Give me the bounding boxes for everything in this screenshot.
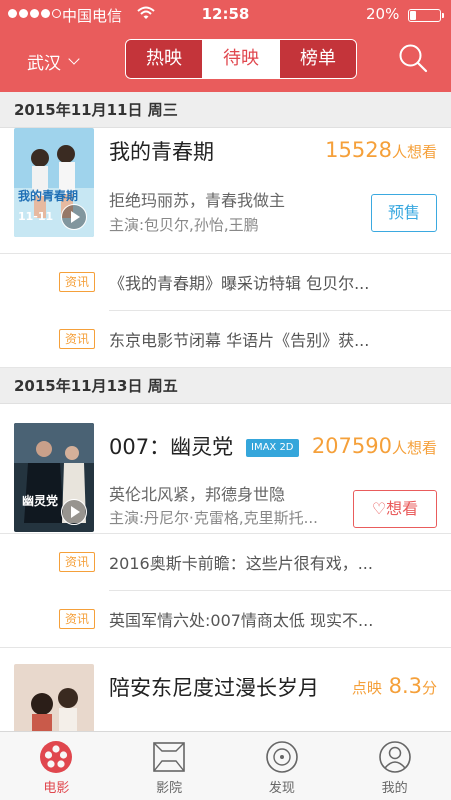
movie-tagline: 拒绝玛丽苏，青春我做主: [109, 191, 286, 210]
movie-cast: 主演:丹尼尔·克雷格,克里斯托...: [109, 509, 318, 527]
movie-item-my-youth[interactable]: 我的青春期 11-11 我的青春期 15528人想看 拒绝玛丽苏，青春我做主 主…: [0, 128, 451, 254]
movie-title: 陪安东尼度过漫长岁月: [109, 676, 319, 700]
movie-title: 007：幽灵党: [109, 435, 234, 459]
disc-discover-icon: [266, 741, 298, 773]
tab-cinemas[interactable]: 影院: [113, 732, 226, 800]
tab-label: 发现: [268, 781, 295, 796]
movie-poster[interactable]: 我的青春期 11-11: [14, 128, 94, 237]
tab-label: 我的: [381, 781, 408, 796]
news-text: 2016奥斯卡前瞻：这些片很有戏，...: [109, 554, 373, 573]
cinema-screen-icon: [153, 742, 185, 772]
play-trailer-icon[interactable]: [61, 204, 87, 230]
play-trailer-icon[interactable]: [61, 499, 87, 525]
tab-discover[interactable]: 发现: [226, 732, 339, 800]
date-header: 2015年11月11日 周三: [0, 92, 451, 128]
imax-badge: IMAX 2D: [246, 439, 299, 457]
news-tag: 资讯: [59, 609, 95, 629]
presale-button[interactable]: 预售: [371, 194, 437, 232]
svg-text:11-11: 11-11: [18, 210, 53, 223]
date-header: 2015年11月13日 周五: [0, 368, 451, 404]
app-screen: 中国电信 12:58 20% 武汉 热映 待映 榜单 2015年11月11日 周…: [0, 0, 451, 800]
bottom-tab-bar: 电影 影院 发现 我的: [0, 731, 451, 800]
city-name: 武汉: [27, 54, 61, 74]
news-text: 《我的青春期》曝采访特辑 包贝尔...: [109, 274, 370, 293]
news-tag: 资讯: [59, 329, 95, 349]
search-icon[interactable]: [398, 43, 428, 73]
city-selector[interactable]: 武汉: [27, 49, 80, 74]
poster-art: [14, 664, 94, 731]
news-item[interactable]: 资讯 2016奥斯卡前瞻：这些片很有戏，...: [0, 534, 451, 591]
svg-text:幽灵党: 幽灵党: [22, 493, 58, 508]
status-bar: 中国电信 12:58 20%: [0, 0, 451, 28]
chevron-down-icon: [68, 53, 80, 65]
tab-rankings[interactable]: 榜单: [279, 40, 356, 78]
movie-poster[interactable]: 幽灵党: [14, 423, 94, 532]
movie-poster[interactable]: [14, 664, 94, 731]
movie-item-spectre[interactable]: 幽灵党 007：幽灵党 IMAX 2D 207590人想看 英伦北风紧，邦德身世…: [0, 404, 451, 534]
movie-tagline: 英伦北风紧，邦德身世隐: [109, 485, 286, 504]
want-to-see-button[interactable]: ♡想看: [353, 490, 437, 528]
tab-movies[interactable]: 电影: [0, 732, 113, 800]
news-tag: 资讯: [59, 552, 95, 572]
tab-profile[interactable]: 我的: [338, 732, 451, 800]
movie-list[interactable]: 2015年11月11日 周三 我的青春期 11-11 我的青春期 15528人想…: [0, 92, 451, 731]
movie-title: 我的青春期: [109, 140, 214, 164]
tab-label: 电影: [43, 781, 70, 796]
battery-icon: [408, 9, 444, 22]
want-count: 15528人想看: [325, 138, 437, 162]
tab-coming-soon[interactable]: 待映: [202, 40, 279, 78]
news-item[interactable]: 资讯 《我的青春期》曝采访特辑 包贝尔...: [0, 254, 451, 311]
movie-segment-control: 热映 待映 榜单: [125, 39, 357, 79]
battery-percentage: 20%: [366, 5, 400, 23]
movie-rating: 点映 8.3分: [351, 674, 437, 698]
news-text: 英国军情六处:007情商太低 现实不...: [109, 611, 374, 630]
movie-item-anthony[interactable]: 陪安东尼度过漫长岁月 点映 8.3分: [0, 648, 451, 731]
news-item[interactable]: 资讯 英国军情六处:007情商太低 现实不...: [0, 591, 451, 648]
tab-now-showing[interactable]: 热映: [126, 40, 202, 78]
tab-label: 影院: [156, 781, 183, 796]
news-text: 东京电影节闭幕 华语片《告别》获...: [109, 331, 370, 350]
svg-text:我的青春期: 我的青春期: [18, 188, 78, 203]
news-tag: 资讯: [59, 272, 95, 292]
movie-cast: 主演:包贝尔,孙怡,王鹏: [109, 216, 259, 234]
film-reel-icon: [40, 741, 73, 773]
user-profile-icon: [378, 741, 411, 773]
news-item[interactable]: 资讯 东京电影节闭幕 华语片《告别》获...: [0, 311, 451, 368]
want-count: 207590人想看: [311, 434, 437, 458]
header-bar: 中国电信 12:58 20% 武汉 热映 待映 榜单: [0, 0, 451, 92]
